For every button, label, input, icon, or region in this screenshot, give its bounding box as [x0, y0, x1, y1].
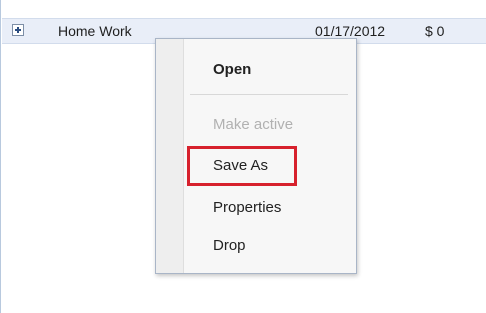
row-date: 01/17/2012	[315, 23, 386, 39]
menu-item-open[interactable]: Open	[213, 61, 251, 78]
row-name: Home Work	[58, 23, 132, 39]
menu-gutter	[156, 39, 184, 273]
menu-item-properties[interactable]: Properties	[213, 199, 281, 216]
menu-item-make-active: Make active	[213, 116, 294, 133]
menu-item-drop[interactable]: Drop	[213, 237, 246, 254]
row-amount: $ 0	[425, 23, 445, 39]
menu-separator	[190, 94, 348, 95]
list-view: Home Work 01/17/2012 $ 0 Open Make activ…	[0, 0, 486, 313]
save-as-highlight-box	[187, 146, 297, 186]
expand-plus-icon[interactable]	[12, 24, 24, 36]
